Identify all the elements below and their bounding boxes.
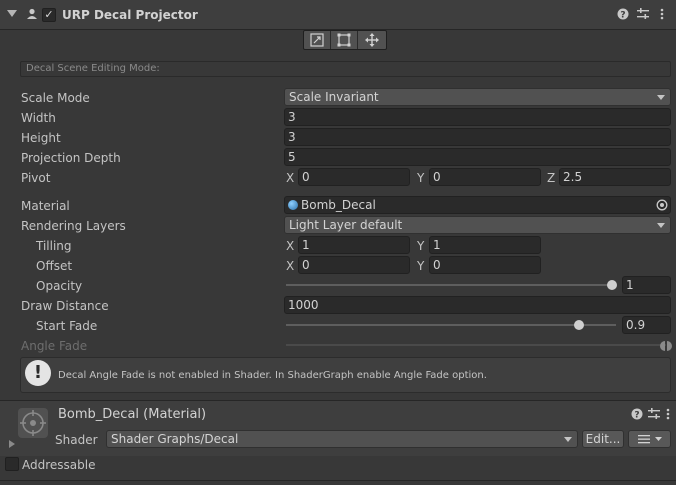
edit-mode-label: Decal Scene Editing Mode: bbox=[26, 63, 160, 74]
rendering-layers-value: Light Layer default bbox=[289, 218, 403, 232]
shader-edit-button[interactable]: Edit... bbox=[582, 430, 624, 448]
pivot-z-label[interactable]: Z bbox=[547, 171, 555, 185]
chevron-down-icon bbox=[657, 223, 665, 228]
warning-text: Decal Angle Fade is not enabled in Shade… bbox=[58, 370, 487, 381]
help-icon[interactable]: ? bbox=[616, 8, 630, 22]
opacity-slider-thumb[interactable] bbox=[607, 280, 617, 290]
component-title: URP Decal Projector bbox=[62, 8, 198, 22]
edit-pivot-button[interactable] bbox=[331, 31, 358, 49]
start-fade-label: Start Fade bbox=[36, 319, 98, 333]
pivot-y-label[interactable]: Y bbox=[417, 171, 424, 185]
pivot-x-field[interactable]: 0 bbox=[298, 168, 410, 186]
scale-mode-value: Scale Invariant bbox=[289, 90, 379, 104]
offset-y-label[interactable]: Y bbox=[417, 259, 424, 273]
foldout-arrow-icon[interactable] bbox=[7, 10, 17, 17]
tilling-y-field[interactable]: 1 bbox=[429, 236, 541, 254]
scale-mode-dropdown[interactable]: Scale Invariant bbox=[284, 88, 671, 106]
context-menu-icon[interactable] bbox=[661, 408, 675, 422]
tilling-x-label[interactable]: X bbox=[286, 239, 294, 253]
edit-mode-toolbar bbox=[303, 30, 387, 50]
edit-bounds-button[interactable] bbox=[304, 31, 331, 49]
opacity-slider-track[interactable] bbox=[286, 284, 616, 286]
move-icon bbox=[364, 33, 379, 47]
angle-fade-range-handle-icon bbox=[660, 340, 672, 351]
component-enabled-checkbox[interactable]: ✓ bbox=[42, 8, 56, 22]
presets-icon[interactable] bbox=[636, 8, 650, 22]
shader-options-button[interactable] bbox=[628, 430, 671, 448]
material-sphere-icon bbox=[288, 200, 298, 210]
svg-text:?: ? bbox=[620, 11, 625, 21]
pivot-z-field[interactable]: 2.5 bbox=[559, 168, 671, 186]
shader-dropdown[interactable]: Shader Graphs/Decal bbox=[106, 430, 578, 448]
material-section-title: Bomb_Decal (Material) bbox=[58, 407, 207, 422]
material-preview-icon bbox=[18, 408, 48, 438]
projection-depth-label: Projection Depth bbox=[21, 151, 121, 165]
material-label: Material bbox=[21, 199, 70, 213]
shader-value: Shader Graphs/Decal bbox=[111, 432, 239, 446]
start-fade-slider-thumb[interactable] bbox=[574, 320, 585, 330]
addressable-checkbox[interactable] bbox=[5, 457, 19, 471]
help-icon[interactable]: ? bbox=[630, 408, 644, 422]
draw-distance-label: Draw Distance bbox=[21, 299, 109, 313]
tilling-y-label[interactable]: Y bbox=[417, 239, 424, 253]
presets-icon[interactable] bbox=[647, 408, 661, 422]
angle-fade-label: Angle Fade bbox=[21, 339, 88, 353]
svg-text:?: ? bbox=[634, 411, 639, 421]
context-menu-icon[interactable] bbox=[655, 8, 669, 22]
start-fade-field[interactable]: 0.9 bbox=[622, 316, 671, 334]
projection-depth-field[interactable]: 5 bbox=[284, 148, 671, 166]
start-fade-slider-track[interactable] bbox=[286, 324, 616, 326]
height-field[interactable]: 3 bbox=[284, 128, 671, 146]
material-foldout-icon[interactable] bbox=[9, 440, 15, 448]
height-label: Height bbox=[21, 131, 61, 145]
warning-icon: ! bbox=[25, 360, 51, 386]
pivot-label: Pivot bbox=[21, 171, 51, 185]
chevron-down-icon bbox=[564, 437, 572, 442]
tilling-label: Tilling bbox=[36, 239, 72, 253]
edit-uv-button[interactable] bbox=[358, 31, 385, 49]
angle-fade-slider-track bbox=[286, 344, 666, 346]
offset-y-field[interactable]: 0 bbox=[429, 256, 541, 274]
rendering-layers-dropdown[interactable]: Light Layer default bbox=[284, 216, 671, 234]
offset-x-field[interactable]: 0 bbox=[298, 256, 410, 274]
width-label: Width bbox=[21, 111, 56, 125]
object-picker-icon[interactable] bbox=[656, 199, 668, 211]
offset-label: Offset bbox=[36, 259, 73, 273]
tilling-x-field[interactable]: 1 bbox=[298, 236, 410, 254]
pivot-y-field[interactable]: 0 bbox=[429, 168, 541, 186]
material-object-field[interactable]: Bomb_Decal bbox=[284, 196, 671, 214]
draw-distance-field[interactable]: 1000 bbox=[284, 296, 671, 314]
opacity-field[interactable]: 1 bbox=[622, 276, 671, 294]
rendering-layers-label: Rendering Layers bbox=[21, 219, 126, 233]
edit-pivot-icon bbox=[337, 33, 351, 47]
offset-x-label[interactable]: X bbox=[286, 259, 294, 273]
scale-mode-label: Scale Mode bbox=[21, 91, 90, 105]
shader-label: Shader bbox=[55, 433, 98, 447]
opacity-label: Opacity bbox=[36, 279, 83, 293]
material-value: Bomb_Decal bbox=[301, 198, 376, 212]
chevron-down-icon bbox=[657, 95, 665, 100]
addressable-label: Addressable bbox=[22, 458, 96, 472]
decal-component-icon bbox=[25, 8, 39, 22]
divider bbox=[0, 480, 676, 481]
width-field[interactable]: 3 bbox=[284, 108, 671, 126]
edit-bounds-icon bbox=[310, 33, 324, 47]
pivot-x-label[interactable]: X bbox=[286, 171, 294, 185]
